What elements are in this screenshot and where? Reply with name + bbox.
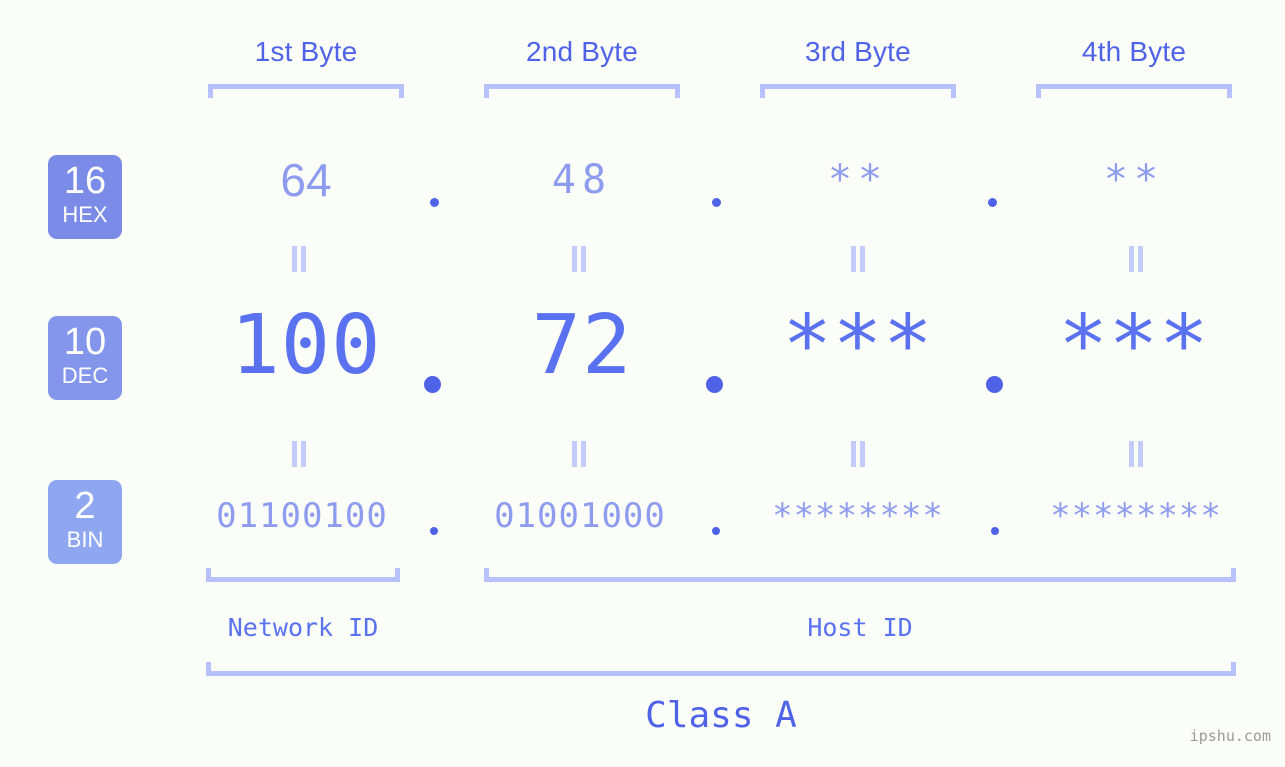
bin-byte-1: 01100100 — [216, 496, 388, 536]
hex-byte-1: 64 — [280, 154, 332, 206]
equals-icon-hex-dec-2 — [572, 246, 586, 272]
host-id-label: Host ID — [807, 613, 913, 642]
dec-dot-separator-2 — [706, 376, 723, 393]
hex-dot-separator-2 — [712, 198, 721, 207]
byte-bracket-2 — [484, 84, 680, 98]
hex-dot-separator-1 — [430, 198, 439, 207]
class-bracket — [206, 662, 1236, 676]
host-id-bracket — [484, 568, 1236, 582]
hex-dot-separator-3 — [988, 198, 997, 207]
bin-byte-4: ******** — [1050, 496, 1222, 536]
dec-dot-separator-1 — [424, 376, 441, 393]
byte-bracket-4 — [1036, 84, 1232, 98]
base-badge-bin-abbr: BIN — [66, 527, 104, 552]
equals-icon-hex-dec-4 — [1129, 246, 1143, 272]
bin-byte-2: 01001000 — [494, 496, 666, 536]
bin-dot-separator-2 — [712, 527, 720, 535]
network-id-bracket — [206, 568, 400, 582]
dec-byte-3: *** — [782, 298, 934, 393]
base-badge-bin: 2 BIN — [48, 480, 122, 564]
hex-byte-3: ** — [827, 157, 889, 203]
class-label: Class A — [645, 695, 797, 736]
hex-byte-2: 48 — [551, 157, 613, 203]
ip-address-breakdown-diagram: 1st Byte 2nd Byte 3rd Byte 4th Byte 16 H… — [0, 0, 1285, 767]
equals-icon-hex-dec-3 — [851, 246, 865, 272]
bin-dot-separator-1 — [430, 527, 438, 535]
base-badge-hex-number: 16 — [63, 160, 107, 202]
equals-icon-hex-dec-1 — [292, 246, 306, 272]
byte-header-2: 2nd Byte — [525, 36, 639, 67]
base-badge-bin-number: 2 — [74, 485, 96, 527]
byte-header-1: 1st Byte — [254, 36, 358, 67]
byte-header-3: 3rd Byte — [805, 36, 911, 67]
bin-dot-separator-3 — [991, 527, 999, 535]
bin-byte-3: ******** — [772, 496, 944, 536]
equals-icon-dec-bin-3 — [851, 441, 865, 467]
equals-icon-dec-bin-1 — [292, 441, 306, 467]
byte-header-4: 4th Byte — [1081, 36, 1187, 67]
byte-bracket-1 — [208, 84, 404, 98]
dec-byte-2: 72 — [531, 298, 633, 393]
dec-dot-separator-3 — [986, 376, 1003, 393]
base-badge-dec: 10 DEC — [48, 316, 122, 400]
byte-bracket-3 — [760, 84, 956, 98]
base-badge-dec-number: 10 — [63, 321, 107, 363]
base-badge-hex: 16 HEX — [48, 155, 122, 239]
network-id-label: Network ID — [227, 613, 379, 642]
hex-byte-4: ** — [1103, 157, 1165, 203]
base-badge-hex-abbr: HEX — [62, 202, 108, 227]
equals-icon-dec-bin-2 — [572, 441, 586, 467]
dec-byte-1: 100 — [230, 298, 382, 393]
site-watermark: ipshu.com — [1189, 727, 1271, 745]
equals-icon-dec-bin-4 — [1129, 441, 1143, 467]
base-badge-dec-abbr: DEC — [61, 363, 109, 388]
dec-byte-4: *** — [1058, 298, 1210, 393]
